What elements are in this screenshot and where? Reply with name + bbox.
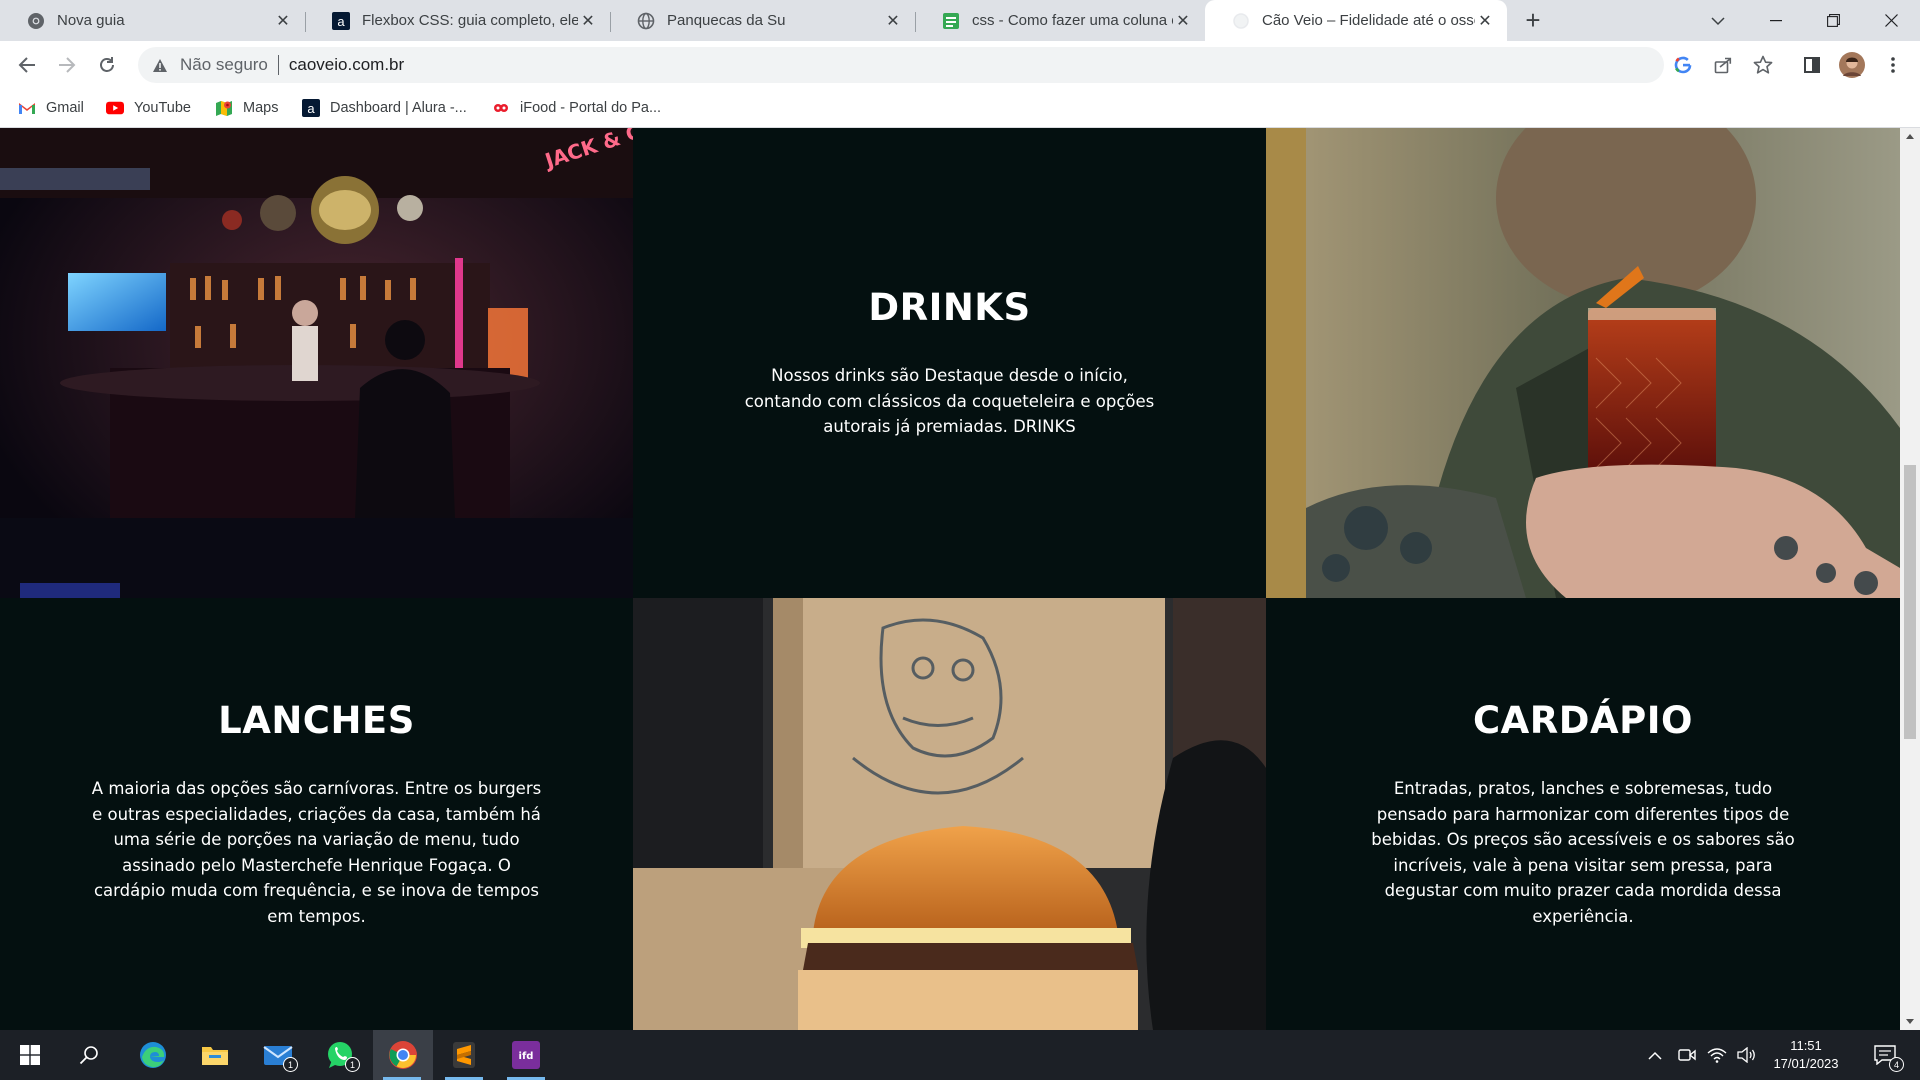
maps-icon — [215, 99, 233, 117]
close-tab-icon[interactable]: ✕ — [1475, 11, 1495, 31]
whatsapp-icon[interactable]: 1 — [311, 1030, 369, 1080]
globe-icon — [636, 11, 655, 30]
ifood-icon — [492, 99, 510, 117]
omnibox-divider — [277, 55, 279, 75]
drinks-section: DRINKS Nossos drinks são Destaque desde … — [633, 128, 1266, 598]
lanches-description: A maioria das opções são carnívoras. Ent… — [91, 779, 542, 926]
bookmark-ifood[interactable]: iFood - Portal do Pa... — [492, 96, 661, 120]
bookmark-label: YouTube — [134, 100, 191, 116]
close-tab-icon[interactable]: ✕ — [883, 11, 903, 31]
tab-title: Cão Veio – Fidelidade até o osso! — [1262, 12, 1475, 29]
notification-count-badge: 4 — [1889, 1057, 1904, 1072]
file-explorer-icon[interactable] — [186, 1030, 244, 1080]
security-status-text[interactable]: Não seguro — [180, 55, 268, 75]
meet-now-icon[interactable] — [1676, 1044, 1698, 1066]
google-lens-icon[interactable] — [1670, 52, 1696, 78]
tab-title: css - Como fazer uma coluna ocu — [972, 12, 1173, 29]
bookmark-label: Gmail — [46, 100, 84, 116]
tab-title: Nova guia — [57, 12, 125, 29]
bookmark-label: Maps — [243, 100, 279, 116]
warning-triangle-icon[interactable] — [150, 55, 170, 75]
bookmark-gmail[interactable]: Gmail — [18, 96, 84, 120]
alura-icon: a — [331, 11, 350, 30]
tab-nova-guia[interactable]: Nova guia ✕ — [0, 0, 305, 41]
gmail-icon — [18, 99, 36, 117]
scroll-up-arrow-icon[interactable] — [1900, 128, 1920, 145]
new-tab-button[interactable]: + — [1519, 5, 1547, 35]
bookmark-label: iFood - Portal do Pa... — [520, 100, 662, 116]
mail-badge: 1 — [283, 1057, 298, 1072]
svg-text:a: a — [337, 14, 345, 29]
bookmark-label: Dashboard | Alura -... — [330, 100, 467, 116]
scroll-thumb[interactable] — [1904, 465, 1916, 739]
loading-icon — [1231, 11, 1250, 30]
address-bar[interactable]: Não seguro caoveio.com.br — [138, 47, 1664, 83]
clock-time: 11:51 — [1790, 1038, 1822, 1053]
windows-start-icon[interactable] — [1, 1030, 59, 1080]
bookmark-alura[interactable]: a Dashboard | Alura -... — [302, 96, 467, 120]
drinks-description: Nossos drinks são Destaque desde o iníci… — [744, 366, 1155, 437]
bookmarks-bar: Gmail YouTube Maps a Dashboard | Alura -… — [0, 89, 1920, 128]
clock-date: 17/01/2023 — [1773, 1056, 1839, 1071]
mail-icon[interactable]: 1 — [249, 1030, 307, 1080]
tab-panquecas[interactable]: Panquecas da Su ✕ — [610, 0, 915, 41]
cardapio-heading: CARDÁPIO — [1473, 699, 1693, 742]
bookmark-maps[interactable]: Maps — [215, 96, 278, 120]
chrome-taskbar-icon[interactable] — [373, 1030, 433, 1080]
tab-title: Panquecas da Su — [667, 12, 786, 29]
chrome-icon — [26, 11, 45, 30]
windows-taskbar: 1 1 ifd 11:51 17/01/2023 4 — [0, 1030, 1920, 1080]
close-tab-icon[interactable]: ✕ — [1173, 11, 1193, 31]
tab-search-chevron-icon[interactable] — [1690, 0, 1746, 41]
minimize-button[interactable] — [1748, 0, 1804, 41]
edge-icon[interactable] — [124, 1030, 182, 1080]
search-icon[interactable] — [60, 1030, 118, 1080]
url-text[interactable]: caoveio.com.br — [289, 55, 404, 75]
notification-center-icon[interactable]: 4 — [1870, 1044, 1904, 1072]
whatsapp-badge: 1 — [345, 1057, 360, 1072]
close-window-button[interactable] — [1863, 0, 1919, 41]
menu-kebab-icon[interactable] — [1880, 52, 1906, 78]
lanches-section: LANCHES A maioria das opções são carnívo… — [0, 598, 633, 1030]
close-tab-icon[interactable]: ✕ — [273, 11, 293, 31]
browser-toolbar: Não seguro caoveio.com.br — [0, 41, 1920, 89]
profile-avatar[interactable] — [1839, 52, 1865, 78]
bar-photo: JACK & COKE — [0, 128, 633, 598]
youtube-icon — [106, 99, 124, 117]
close-tab-icon[interactable]: ✕ — [578, 11, 598, 31]
show-hidden-icons-chevron-icon[interactable] — [1644, 1044, 1666, 1066]
tab-cao-veio[interactable]: Cão Veio – Fidelidade até o osso! ✕ — [1205, 0, 1507, 41]
reload-button[interactable] — [92, 50, 122, 80]
svg-text:a: a — [307, 101, 315, 116]
page-viewport: JACK & COKE DRINKS Nossos drinks s — [0, 128, 1920, 1030]
restore-button[interactable] — [1805, 0, 1861, 41]
alura-icon: a — [302, 99, 320, 117]
svg-text:ifd: ifd — [519, 1051, 534, 1062]
side-panel-icon[interactable] — [1799, 52, 1825, 78]
forward-button[interactable] — [52, 50, 82, 80]
sublime-text-icon[interactable] — [435, 1030, 493, 1080]
cardapio-section: CARDÁPIO Entradas, pratos, lanches e sob… — [1266, 598, 1900, 1030]
share-icon[interactable] — [1710, 52, 1736, 78]
lanches-heading: LANCHES — [218, 699, 415, 742]
tab-flexbox[interactable]: a Flexbox CSS: guia completo, elem ✕ — [305, 0, 610, 41]
ifood-app-icon[interactable]: ifd — [497, 1030, 555, 1080]
tab-strip: Nova guia ✕ a Flexbox CSS: guia completo… — [0, 0, 1920, 41]
bookmark-star-icon[interactable] — [1750, 52, 1776, 78]
scroll-down-arrow-icon[interactable] — [1900, 1013, 1920, 1030]
page-scrollbar[interactable] — [1900, 128, 1920, 1030]
system-clock[interactable]: 11:51 17/01/2023 — [1768, 1037, 1844, 1073]
tab-title: Flexbox CSS: guia completo, elem — [362, 12, 578, 29]
tab-css-coluna[interactable]: css - Como fazer uma coluna ocu ✕ — [915, 0, 1205, 41]
bookmark-youtube[interactable]: YouTube — [106, 96, 191, 120]
stackoverflow-icon — [941, 11, 960, 30]
drink-photo — [1266, 128, 1900, 598]
cardapio-description: Entradas, pratos, lanches e sobremesas, … — [1371, 779, 1795, 926]
drinks-heading: DRINKS — [868, 286, 1031, 330]
wifi-icon[interactable] — [1706, 1044, 1728, 1066]
burger-photo — [633, 598, 1266, 1030]
back-button[interactable] — [12, 50, 42, 80]
volume-icon[interactable] — [1736, 1044, 1758, 1066]
